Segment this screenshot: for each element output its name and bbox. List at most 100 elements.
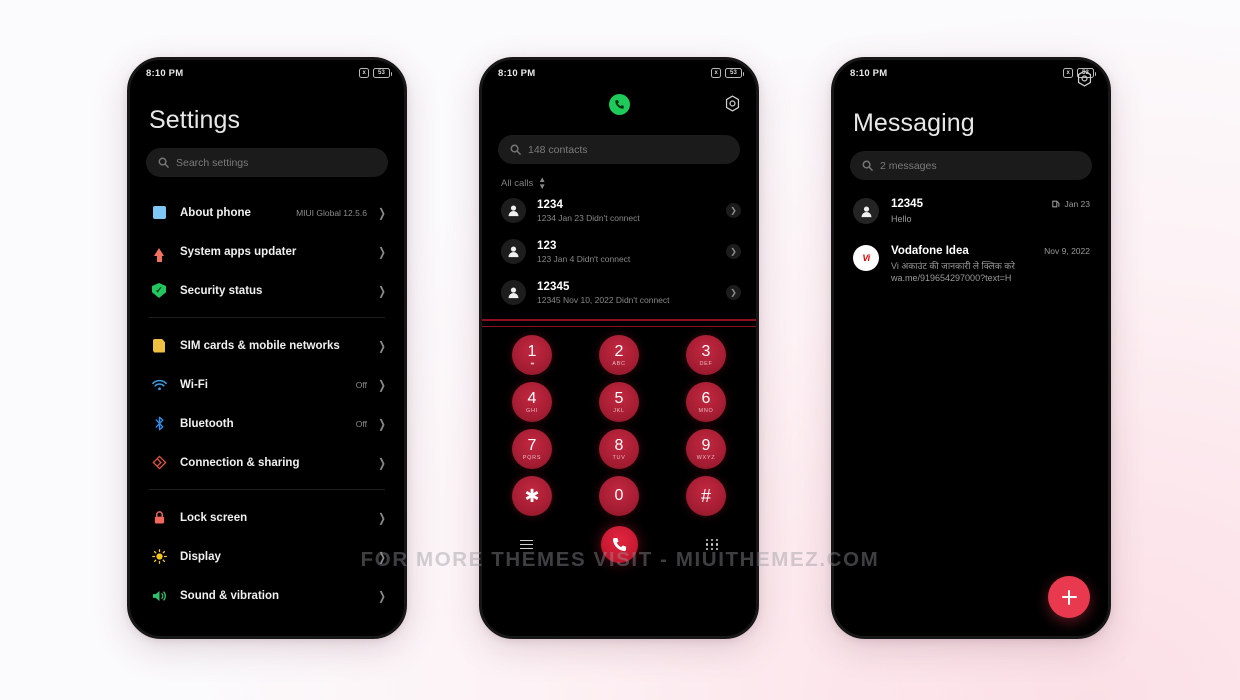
messaging-search-input[interactable]: 2 messages [850, 151, 1092, 180]
key-digit: 9 [701, 436, 711, 454]
chevron-right-icon: ❯ [378, 338, 386, 353]
phone-dialer: 8:10 PM x 53 148 contacts All calls ▲ ▼ … [479, 57, 759, 639]
status-icons: x 53 [711, 68, 744, 78]
call-detail: 1234 Jan 23 Didn't connect [537, 212, 640, 223]
thread-name: Vodafone Idea [891, 245, 969, 257]
chevron-right-icon: ❯ [378, 549, 386, 564]
page-title: Messaging [853, 109, 975, 137]
thread-body: 12345 Jan 23 Hello [891, 198, 1090, 225]
call-log-row[interactable]: 12345 12345 Nov 10, 2022 Didn't connect … [482, 272, 756, 313]
dialer-search-input[interactable]: 148 contacts [498, 135, 740, 164]
sidebar-item-security-status[interactable]: ✓ Security status ❯ [130, 271, 404, 310]
dialpad-key-hash[interactable]: # [686, 476, 726, 516]
dialpad-key-5[interactable]: 5 JKL [599, 382, 639, 422]
gear-icon[interactable] [1076, 70, 1093, 87]
status-bar: 8:10 PM x 53 [482, 60, 756, 86]
search-icon [510, 144, 521, 155]
key-digit: 1 [527, 342, 537, 360]
thread-name: 12345 [891, 198, 923, 210]
dialpad-key-8[interactable]: 8 TUV [599, 429, 639, 469]
sidebar-item-system-apps-updater[interactable]: System apps updater ❯ [130, 232, 404, 271]
chevron-right-icon: ❯ [378, 455, 386, 470]
setting-label: SIM cards & mobile networks [180, 339, 340, 352]
key-letters: TUV [612, 454, 626, 461]
search-placeholder: 2 messages [880, 159, 937, 172]
setting-label: Bluetooth [180, 417, 234, 430]
phone-messaging: 8:10 PM x 53 Messaging 2 messages 12345 … [831, 57, 1111, 639]
list-item[interactable]: Vi Vodafone Idea Nov 9, 2022 Vi अकाउंट क… [834, 235, 1108, 294]
new-message-fab[interactable] [1048, 576, 1090, 618]
dialpad-row: 7 PQRS 8 TUV 9 WXYZ [512, 429, 726, 469]
dialpad-key-0[interactable]: 0 [599, 476, 639, 516]
call-detail-button[interactable]: ❯ [726, 285, 741, 300]
dialpad-key-9[interactable]: 9 WXYZ [686, 429, 726, 469]
call-name: 123 [537, 239, 557, 252]
setting-value: Off [355, 379, 367, 390]
key-digit: 5 [614, 389, 624, 407]
shield-check-icon: ✓ [149, 283, 169, 298]
setting-label: Display [180, 550, 221, 563]
hamburger-menu-icon[interactable] [520, 539, 533, 550]
call-detail-button[interactable]: ❯ [726, 203, 741, 218]
setting-label: Sound & vibration [180, 589, 280, 602]
up-arrow-icon [149, 247, 169, 262]
sidebar-item-display[interactable]: Display ❯ [130, 537, 404, 576]
call-filter-dropdown[interactable]: All calls ▲ ▼ [482, 164, 756, 191]
dialer-header [482, 86, 756, 122]
dialpad-key-1[interactable]: 1 •• [512, 335, 552, 375]
key-digit: 0 [614, 487, 624, 504]
list-item[interactable]: 12345 Jan 23 Hello [834, 188, 1108, 235]
chevron-right-icon: ❯ [378, 377, 386, 392]
brightness-icon [149, 549, 169, 564]
thread-meta: Jan 23 [1052, 199, 1090, 209]
dialpad-key-3[interactable]: 3 DEF [686, 335, 726, 375]
call-detail: 12345 Nov 10, 2022 Didn't connect [537, 294, 670, 305]
status-time: 8:10 PM [146, 67, 184, 79]
dialpad-key-4[interactable]: 4 GHI [512, 382, 552, 422]
call-log-row[interactable]: 1234 1234 Jan 23 Didn't connect ❯ [482, 190, 756, 231]
key-letters: WXYZ [696, 454, 716, 461]
call-button-icon[interactable] [601, 526, 639, 563]
divider [149, 489, 385, 490]
plus-icon-vertical [1068, 589, 1070, 605]
call-log-text: 1234 1234 Jan 23 Didn't connect [537, 199, 726, 223]
lock-icon [149, 510, 169, 525]
thread-header: Vodafone Idea Nov 9, 2022 [891, 245, 1090, 257]
speaker-icon [149, 589, 169, 603]
sidebar-item-bluetooth[interactable]: Bluetooth Off ❯ [130, 404, 404, 443]
key-letters: GHI [526, 407, 538, 414]
phone-handset-icon[interactable] [608, 93, 630, 115]
gear-icon[interactable] [724, 95, 741, 112]
page-title: Settings [149, 106, 241, 134]
call-detail: 123 Jan 4 Didn't connect [537, 253, 631, 264]
key-digit: 8 [614, 436, 624, 454]
call-name: 12345 [537, 280, 570, 293]
dialpad-row: ✱ 0 # [512, 476, 726, 516]
key-digit: 7 [527, 436, 537, 454]
sidebar-item-sound-vibration[interactable]: Sound & vibration ❯ [130, 576, 404, 615]
key-letters: JKL [613, 407, 625, 414]
setting-label: About phone [180, 206, 251, 219]
call-detail-button[interactable]: ❯ [726, 244, 741, 259]
sidebar-item-sim-cards[interactable]: SIM cards & mobile networks ❯ [130, 326, 404, 365]
dialpad-icon[interactable] [706, 538, 718, 551]
dialpad-key-2[interactable]: 2 ABC [599, 335, 639, 375]
chevron-right-icon: ❯ [378, 244, 386, 259]
sidebar-item-about-phone[interactable]: About phone MIUI Global 12.5.6 ❯ [130, 193, 404, 232]
call-log-row[interactable]: 123 123 Jan 4 Didn't connect ❯ [482, 231, 756, 272]
dialpad-key-6[interactable]: 6 MNO [686, 382, 726, 422]
setting-label: Connection & sharing [180, 456, 300, 469]
avatar: Vi [853, 245, 879, 271]
call-filter-label: All calls [501, 177, 534, 189]
setting-label: Wi-Fi [180, 378, 208, 391]
sidebar-item-connection-sharing[interactable]: Connection & sharing ❯ [130, 443, 404, 482]
sidebar-item-wifi[interactable]: Wi-Fi Off ❯ [130, 365, 404, 404]
sidebar-item-lock-screen[interactable]: Lock screen ❯ [130, 498, 404, 537]
thread-meta: Nov 9, 2022 [1044, 246, 1090, 256]
search-settings-input[interactable]: Search settings [146, 148, 388, 177]
search-icon [158, 157, 169, 168]
dialpad-key-7[interactable]: 7 PQRS [512, 429, 552, 469]
dialpad-key-star[interactable]: ✱ [512, 476, 552, 516]
call-log-list: 1234 1234 Jan 23 Didn't connect ❯ 123 12… [482, 190, 756, 313]
setting-value: Off [355, 418, 367, 429]
